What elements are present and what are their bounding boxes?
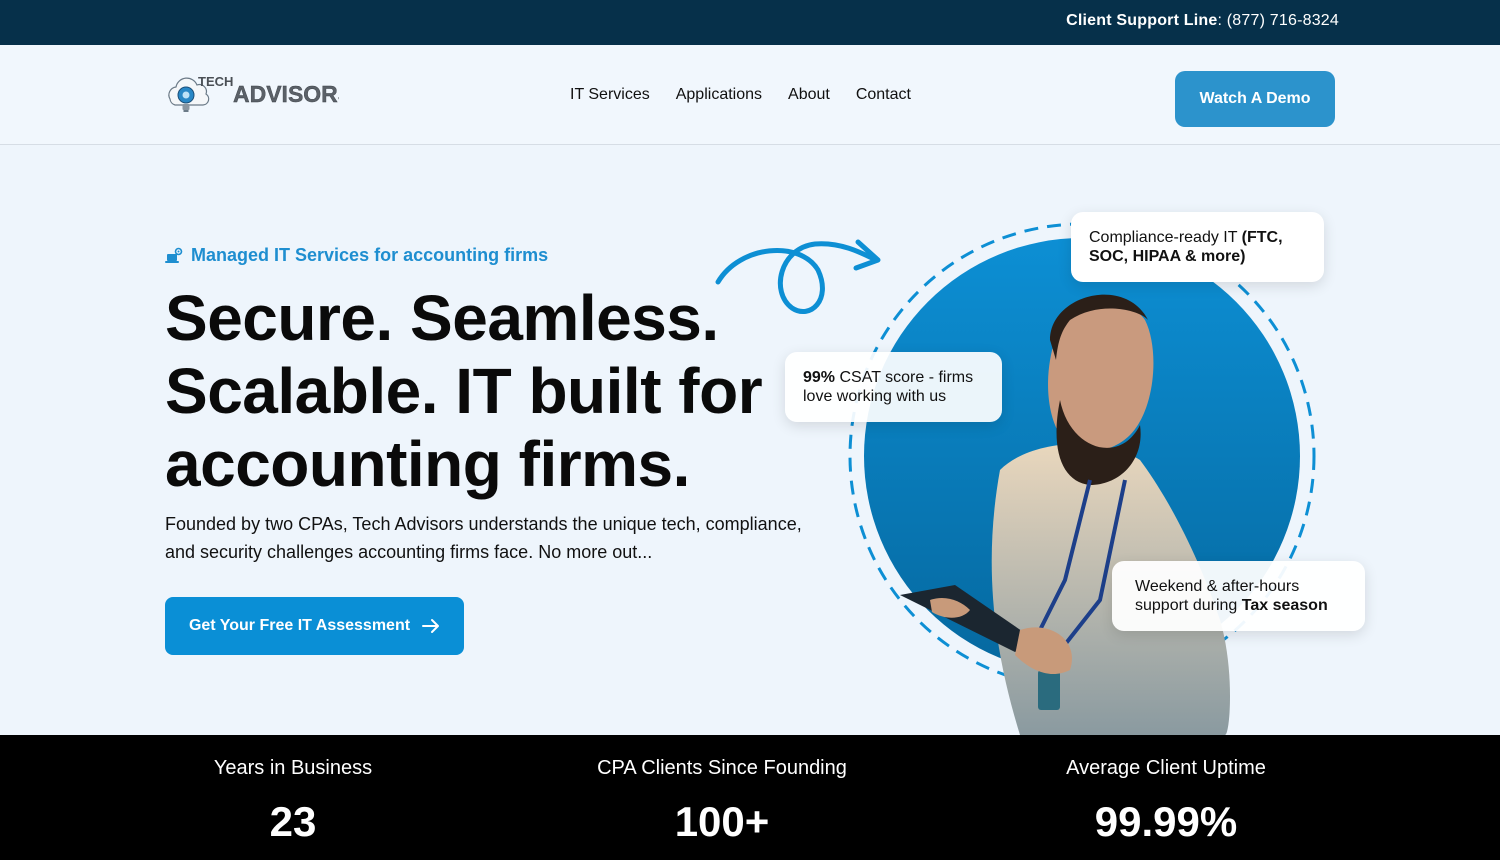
csat-card: 99% CSAT score - firms love working with… [785, 352, 1002, 422]
stat-years: Years in Business 23 [193, 757, 393, 846]
logo-text-advisors: ADVISORS [233, 81, 339, 107]
support-label: Client Support Line [1066, 12, 1218, 29]
weekend-bold: Tax season [1241, 597, 1328, 614]
stat-label: Years in Business [213, 757, 373, 779]
tagline-text: Managed IT Services for accounting firms [191, 245, 549, 265]
stat-uptime: Average Client Uptime 99.99% [1041, 757, 1291, 846]
compliance-card: Compliance-ready IT (FTC, SOC, HIPAA & m… [1071, 212, 1324, 282]
free-assessment-button[interactable]: Get Your Free IT Assessment [165, 597, 464, 655]
nav-it-services[interactable]: IT Services [570, 86, 650, 104]
watch-demo-button[interactable]: Watch A Demo [1175, 71, 1335, 127]
stat-value: 99.99% [1094, 798, 1238, 845]
stat-value: 23 [269, 798, 317, 845]
hero-visual: Compliance-ready IT (FTC, SOC, HIPAA & m… [700, 200, 1420, 735]
stat-value: 100+ [674, 798, 770, 845]
logo-text-tech: TECH [198, 74, 233, 89]
laptop-gear-icon [165, 247, 183, 263]
support-line[interactable]: Client Support Line: (877) 716-8324 [1066, 12, 1339, 30]
stat-clients: CPA Clients Since Founding 100+ [572, 757, 872, 846]
support-phone[interactable]: (877) 716-8324 [1227, 12, 1339, 29]
headline-line-2: Scalable. IT built for [165, 355, 763, 427]
csat-bold: 99% [803, 369, 836, 386]
support-separator: : [1217, 12, 1223, 29]
nav-contact[interactable]: Contact [856, 86, 911, 104]
nav-about[interactable]: About [788, 86, 830, 104]
stats-band: Years in Business 23 CPA Clients Since F… [0, 735, 1500, 860]
cta-label: Get Your Free IT Assessment [188, 617, 411, 634]
curly-arrow-icon [715, 241, 879, 315]
stat-label: CPA Clients Since Founding [597, 757, 847, 779]
site-header: TECH ADVISORS IT Services Applications A… [0, 45, 1500, 145]
arrow-right-icon [422, 619, 440, 633]
logo[interactable]: TECH ADVISORS [164, 69, 339, 117]
headline-line-1: Secure. Seamless. [165, 282, 719, 354]
nav-applications[interactable]: Applications [676, 86, 762, 104]
top-support-bar: Client Support Line: (877) 716-8324 [0, 0, 1500, 45]
hero-tagline: Managed IT Services for accounting firms [165, 245, 548, 266]
stat-label: Average Client Uptime [1066, 757, 1266, 779]
headline-line-3: accounting firms. [165, 428, 690, 500]
main-nav: IT Services Applications About Contact [570, 86, 911, 104]
weekend-card: Weekend & after-hours support during Tax… [1112, 561, 1365, 631]
compliance-prefix: Compliance-ready IT [1089, 229, 1238, 246]
